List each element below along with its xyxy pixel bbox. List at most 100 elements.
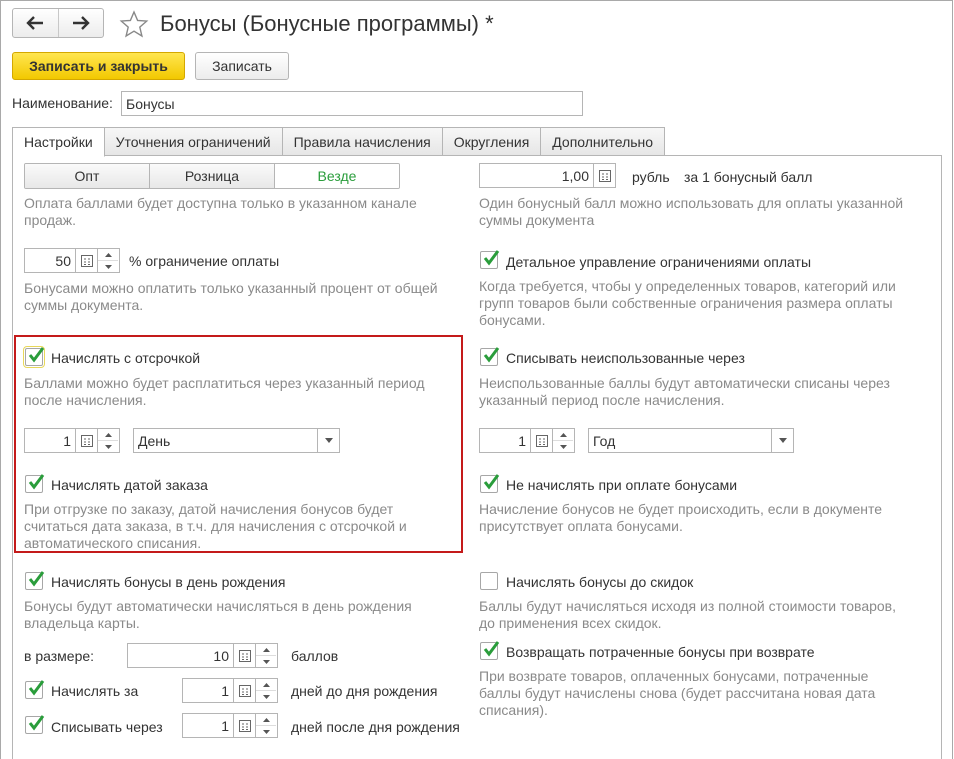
order-date-checkbox[interactable] xyxy=(25,474,45,493)
before-discount-label: Начислять бонусы до скидок xyxy=(506,574,694,590)
checkmark-icon xyxy=(483,347,500,363)
calculator-icon[interactable] xyxy=(76,428,98,453)
spin-down-icon[interactable] xyxy=(553,441,573,452)
arrow-right-icon xyxy=(72,16,90,30)
calculator-icon[interactable] xyxy=(76,248,98,273)
tab-additional[interactable]: Дополнительно xyxy=(541,127,666,156)
checkmark-icon xyxy=(483,474,500,490)
accrue-before-input[interactable]: 1 xyxy=(182,678,234,703)
save-and-close-button[interactable]: Записать и закрыть xyxy=(12,52,185,80)
save-button[interactable]: Записать xyxy=(195,52,289,80)
checkmark-icon xyxy=(483,641,500,657)
spin-up-icon[interactable] xyxy=(553,429,573,440)
no-accrual-label: Не начислять при оплате бонусами xyxy=(506,477,738,493)
writeoff-after-checkbox[interactable] xyxy=(25,715,45,734)
expire-checkbox[interactable] xyxy=(480,347,500,366)
calculator-icon[interactable] xyxy=(594,163,616,188)
detailed-limits-hint: Когда требуется, чтобы у определенных то… xyxy=(479,278,896,328)
limit-stepper[interactable] xyxy=(98,248,120,273)
rate-currency: рубль xyxy=(632,169,670,185)
sales-channel-selector: Опт Розница Везде xyxy=(24,163,400,189)
tab-settings[interactable]: Настройки xyxy=(12,127,105,157)
writeoff-after-unit: дней после дня рождения xyxy=(291,719,460,735)
defer-label: Начислять с отсрочкой xyxy=(51,350,201,366)
rate-hint: Один бонусный балл можно использовать дл… xyxy=(479,195,904,228)
amount-stepper[interactable] xyxy=(256,643,278,668)
accrue-before-stepper[interactable] xyxy=(256,678,278,703)
star-icon[interactable] xyxy=(119,10,149,41)
detailed-limits-checkbox[interactable] xyxy=(480,250,500,269)
channel-everywhere[interactable]: Везде xyxy=(274,164,399,188)
refund-label: Возвращать потраченные бонусы при возвра… xyxy=(506,644,815,660)
back-button[interactable] xyxy=(13,9,58,37)
writeoff-after-label: Списывать через xyxy=(51,719,163,735)
tab-limit-refinements[interactable]: Уточнения ограничений xyxy=(104,127,283,156)
checkmark-icon xyxy=(28,347,45,363)
expire-period-select[interactable]: Год xyxy=(588,428,772,453)
spin-down-icon[interactable] xyxy=(256,691,276,702)
navigation-buttons xyxy=(12,8,104,38)
defer-count-stepper[interactable] xyxy=(98,428,120,453)
limit-input[interactable]: 50 xyxy=(24,248,76,273)
no-accrual-hint: Начисление бонусов не будет происходить,… xyxy=(479,501,883,534)
rate-input[interactable]: 1,00 xyxy=(479,163,594,188)
spin-up-icon[interactable] xyxy=(256,644,276,655)
channel-retail[interactable]: Розница xyxy=(149,164,274,188)
calculator-icon[interactable] xyxy=(531,428,553,453)
order-date-label: Начислять датой заказа xyxy=(51,477,208,493)
spin-down-icon[interactable] xyxy=(98,441,118,452)
accrue-before-checkbox[interactable] xyxy=(25,680,45,699)
calculator-icon[interactable] xyxy=(234,678,256,703)
writeoff-after-input[interactable]: 1 xyxy=(182,713,234,738)
refund-checkbox[interactable] xyxy=(480,641,500,660)
defer-period-select[interactable]: День xyxy=(133,428,318,453)
accrue-before-label: Начислять за xyxy=(51,683,139,699)
order-date-hint: При отгрузке по заказу, датой начисления… xyxy=(24,501,407,551)
birthday-hint: Бонусы будут автоматически начисляться в… xyxy=(24,598,412,631)
no-accrual-checkbox[interactable] xyxy=(480,474,500,493)
detailed-limits-label: Детальное управление ограничениями оплат… xyxy=(506,254,812,270)
tab-accrual-rules[interactable]: Правила начисления xyxy=(282,127,443,156)
spin-up-icon[interactable] xyxy=(256,714,276,725)
limit-label: % ограничение оплаты xyxy=(129,253,280,269)
spin-up-icon[interactable] xyxy=(256,679,276,690)
birthday-checkbox[interactable] xyxy=(25,571,45,590)
expire-count-input[interactable]: 1 xyxy=(479,428,531,453)
expire-hint: Неиспользованные баллы будут автоматичес… xyxy=(479,375,890,408)
rate-label: за 1 бонусный балл xyxy=(684,169,813,185)
defer-count-input[interactable]: 1 xyxy=(24,428,76,453)
channel-hint: Оплата баллами будет доступна только в у… xyxy=(24,195,417,228)
checkmark-icon xyxy=(28,680,45,696)
channel-wholesale[interactable]: Опт xyxy=(25,164,149,188)
defer-checkbox[interactable] xyxy=(23,346,45,368)
spin-up-icon[interactable] xyxy=(98,429,118,440)
checkmark-icon xyxy=(28,474,45,490)
calculator-icon[interactable] xyxy=(234,643,256,668)
arrow-left-icon xyxy=(26,16,44,30)
calculator-icon[interactable] xyxy=(234,713,256,738)
writeoff-after-stepper[interactable] xyxy=(256,713,278,738)
spin-down-icon[interactable] xyxy=(98,261,118,272)
limit-hint: Бонусами можно оплатить только указанный… xyxy=(24,280,438,313)
before-discount-checkbox[interactable] xyxy=(480,572,498,590)
amount-input[interactable]: 10 xyxy=(127,643,234,668)
accrue-before-unit: дней до дня рождения xyxy=(291,683,438,699)
name-input[interactable]: Бонусы xyxy=(121,91,583,116)
expire-label: Списывать неиспользованные через xyxy=(506,350,745,366)
name-label: Наименование: xyxy=(12,95,113,111)
tab-bar: Настройки Уточнения ограничений Правила … xyxy=(12,127,666,157)
expire-count-stepper[interactable] xyxy=(553,428,575,453)
refund-hint: При возврате товаров, оплаченных бонусам… xyxy=(479,668,876,718)
chevron-down-icon[interactable] xyxy=(318,428,340,453)
checkmark-icon xyxy=(483,250,500,266)
forward-button[interactable] xyxy=(57,9,104,37)
chevron-down-icon[interactable] xyxy=(772,428,794,453)
checkmark-icon xyxy=(28,571,45,587)
amount-unit: баллов xyxy=(291,648,339,664)
spin-down-icon[interactable] xyxy=(256,726,276,737)
before-discount-hint: Баллы будут начисляться исходя из полной… xyxy=(479,598,896,631)
spin-down-icon[interactable] xyxy=(256,656,276,667)
tab-rounding[interactable]: Округления xyxy=(442,127,542,156)
spin-up-icon[interactable] xyxy=(98,249,118,260)
defer-hint: Баллами можно будет расплатиться через у… xyxy=(24,375,425,408)
